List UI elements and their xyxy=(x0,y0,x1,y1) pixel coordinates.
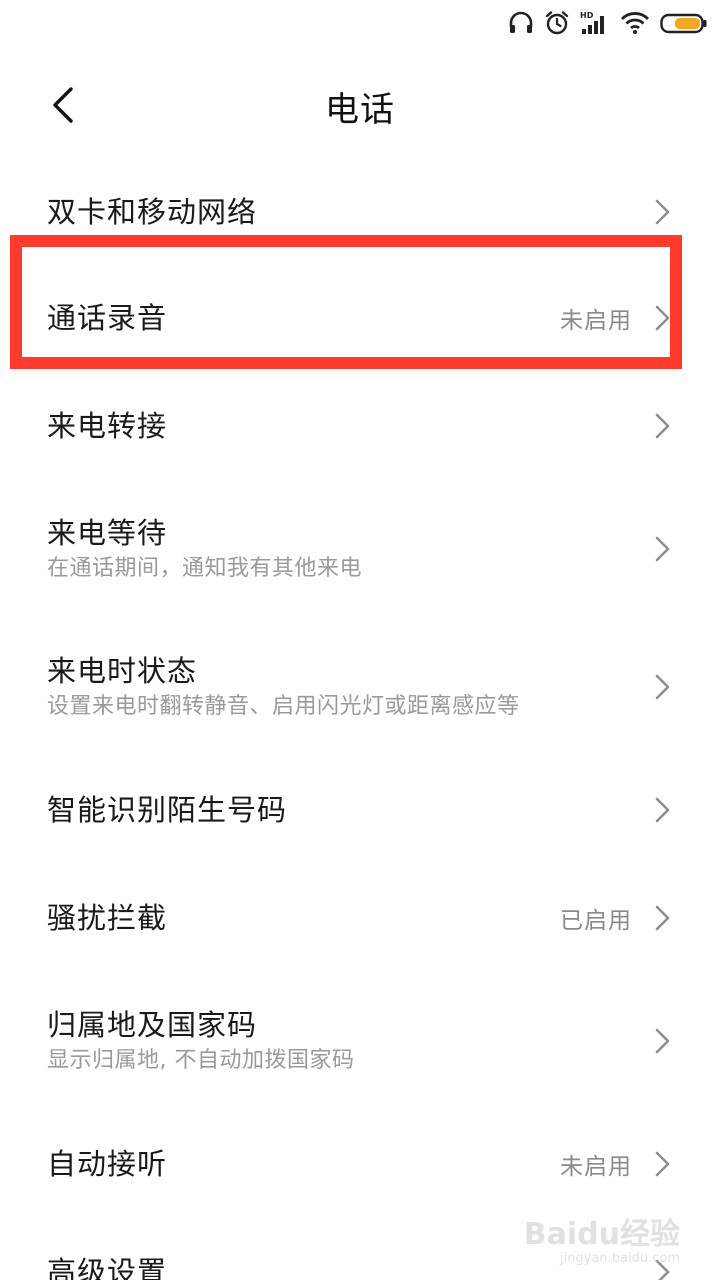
row-text: 自动接听 xyxy=(47,1145,560,1183)
settings-item-auto-answer[interactable]: 自动接听 未启用 xyxy=(0,1110,720,1218)
settings-item-call-recording[interactable]: 通话录音 未启用 xyxy=(0,264,720,372)
settings-item-advanced[interactable]: 高级设置 xyxy=(0,1218,720,1280)
chevron-right-icon xyxy=(655,674,670,700)
status-icons: HD xyxy=(508,10,708,36)
row-text: 来电转接 xyxy=(47,407,654,445)
headphones-icon xyxy=(509,11,533,33)
chevron-right-icon xyxy=(655,1151,670,1177)
chevron-right-icon xyxy=(655,905,670,931)
row-title: 归属地及国家码 xyxy=(47,1008,258,1042)
hd-label: HD xyxy=(580,11,594,20)
chevron-right-icon xyxy=(655,1259,670,1280)
row-text: 来电时状态 设置来电时翻转静音、启用闪光灯或距离感应等 xyxy=(47,652,654,722)
battery-icon xyxy=(660,13,707,34)
row-title: 骚扰拦截 xyxy=(47,901,168,935)
row-text: 双卡和移动网络 xyxy=(47,193,654,231)
row-title: 来电时状态 xyxy=(47,654,198,688)
chevron-right-icon xyxy=(655,413,670,439)
row-title: 来电等待 xyxy=(47,516,168,550)
settings-item-dual-sim[interactable]: 双卡和移动网络 xyxy=(0,160,720,264)
header: 电话 xyxy=(0,52,720,160)
hd-signal-icon: HD xyxy=(580,11,604,34)
chevron-right-icon xyxy=(655,1028,670,1054)
row-value: 未启用 xyxy=(560,1154,632,1180)
row-text: 归属地及国家码 显示归属地, 不自动加拨国家码 xyxy=(47,1006,654,1076)
chevron-right-icon xyxy=(655,199,670,225)
row-title: 来电转接 xyxy=(47,409,168,443)
row-title: 自动接听 xyxy=(47,1147,168,1181)
row-subtitle: 在通话期间，通知我有其他来电 xyxy=(47,556,363,581)
row-text: 智能识别陌生号码 xyxy=(47,791,654,829)
row-value: 未启用 xyxy=(560,308,632,334)
row-value: 已启用 xyxy=(560,908,632,934)
row-subtitle: 显示归属地, 不自动加拨国家码 xyxy=(47,1048,355,1073)
settings-item-incoming-call-state[interactable]: 来电时状态 设置来电时翻转静音、启用闪光灯或距离感应等 xyxy=(0,618,720,756)
row-text: 骚扰拦截 xyxy=(47,899,560,937)
row-title: 双卡和移动网络 xyxy=(47,195,258,229)
row-text: 通话录音 xyxy=(47,299,560,337)
settings-item-location-country-code[interactable]: 归属地及国家码 显示归属地, 不自动加拨国家码 xyxy=(0,972,720,1110)
phone-settings-screen: HD 电话 双卡和移动网络 通话录音 未启用 来电转接 来电等待 在通话期间，通… xyxy=(0,0,720,1280)
settings-item-call-waiting[interactable]: 来电等待 在通话期间，通知我有其他来电 xyxy=(0,480,720,618)
wifi-icon xyxy=(620,12,650,34)
row-title: 通话录音 xyxy=(47,301,168,335)
chevron-right-icon xyxy=(655,536,670,562)
chevron-right-icon xyxy=(655,797,670,823)
alarm-icon xyxy=(545,11,569,35)
settings-item-call-forwarding[interactable]: 来电转接 xyxy=(0,372,720,480)
settings-list: 双卡和移动网络 通话录音 未启用 来电转接 来电等待 在通话期间，通知我有其他来… xyxy=(0,160,720,1280)
row-title: 智能识别陌生号码 xyxy=(47,793,288,827)
row-title: 高级设置 xyxy=(47,1255,168,1280)
page-title: 电话 xyxy=(325,90,395,130)
settings-item-spam-blocking[interactable]: 骚扰拦截 已启用 xyxy=(0,864,720,972)
status-bar: HD xyxy=(0,0,720,52)
settings-item-identify-unknown-numbers[interactable]: 智能识别陌生号码 xyxy=(0,756,720,864)
row-subtitle: 设置来电时翻转静音、启用闪光灯或距离感应等 xyxy=(47,694,520,719)
chevron-right-icon xyxy=(655,305,670,331)
row-text: 来电等待 在通话期间，通知我有其他来电 xyxy=(47,514,654,584)
row-text: 高级设置 xyxy=(47,1253,654,1280)
